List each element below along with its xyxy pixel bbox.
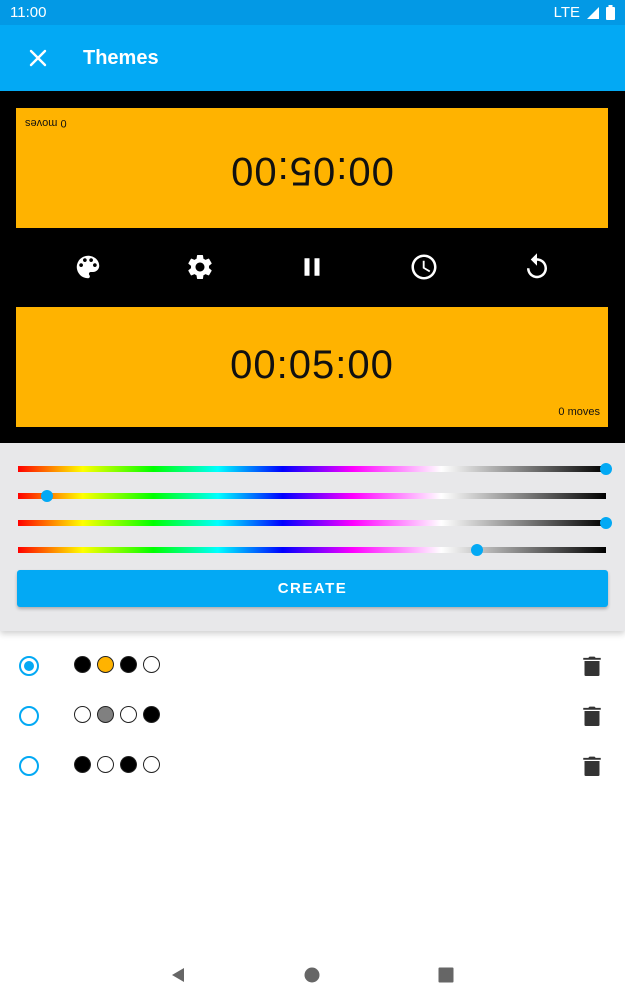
reset-icon	[527, 253, 547, 279]
color-slider-2[interactable]	[18, 490, 606, 502]
theme-row[interactable]	[0, 742, 625, 792]
color-swatch	[120, 656, 137, 673]
theme-row[interactable]	[0, 642, 625, 692]
slider-thumb[interactable]	[600, 517, 612, 529]
color-swatch	[120, 756, 137, 773]
page-title: Themes	[83, 47, 159, 69]
clock-controls	[0, 249, 625, 285]
status-bar: 11:00 LTE	[0, 0, 625, 25]
theme-radio[interactable]	[19, 756, 39, 776]
color-swatch	[143, 756, 160, 773]
theme-row[interactable]	[0, 692, 625, 742]
reset-button[interactable]	[521, 251, 553, 283]
color-swatch	[120, 706, 137, 723]
color-swatch	[74, 656, 91, 673]
pause-icon	[304, 258, 320, 276]
signal-icon	[587, 6, 599, 19]
theme-swatches	[74, 756, 160, 773]
back-icon	[172, 968, 184, 982]
bottom-player-clock[interactable]: 00:05:00 0 moves	[16, 307, 608, 427]
recents-button[interactable]	[436, 965, 456, 985]
color-swatch	[97, 706, 114, 723]
pause-button[interactable]	[296, 251, 328, 283]
slider-thumb[interactable]	[600, 463, 612, 475]
app-bar: Themes	[0, 25, 625, 91]
color-slider-3[interactable]	[18, 517, 612, 529]
color-swatch	[143, 656, 160, 673]
top-clock-time: 00:05:00	[230, 149, 394, 193]
color-swatch	[97, 656, 114, 673]
color-slider-4[interactable]	[18, 544, 606, 556]
delete-icon	[583, 656, 601, 676]
navigation-bar	[0, 948, 625, 1000]
bottom-clock-time: 00:05:00	[230, 343, 394, 387]
battery-icon	[606, 5, 615, 20]
delete-theme-button[interactable]	[580, 754, 604, 778]
network-type: LTE	[553, 4, 580, 21]
settings-button[interactable]	[184, 251, 216, 283]
palette-icon	[76, 255, 100, 279]
theme-preview: 0 moves 00:05:00 00:05:00 0 moves	[0, 91, 625, 443]
home-icon	[304, 967, 320, 983]
delete-icon	[583, 706, 601, 726]
color-slider-1[interactable]	[18, 463, 612, 475]
color-swatch	[74, 706, 91, 723]
time-button[interactable]	[408, 251, 440, 283]
slider-thumb[interactable]	[41, 490, 54, 502]
color-editor-panel: CREATE	[0, 443, 625, 631]
bottom-moves-count: 0 moves	[558, 406, 600, 418]
clock-icon	[411, 254, 437, 280]
delete-theme-button[interactable]	[580, 654, 604, 678]
color-swatch	[74, 756, 91, 773]
theme-button[interactable]	[72, 251, 104, 283]
close-button[interactable]	[22, 42, 54, 74]
color-swatch	[97, 756, 114, 773]
slider-thumb[interactable]	[470, 544, 483, 556]
status-time: 11:00	[10, 4, 47, 21]
close-icon	[29, 49, 47, 67]
home-button[interactable]	[302, 965, 322, 985]
recents-icon	[438, 967, 454, 983]
theme-radio[interactable]	[19, 706, 39, 726]
settings-icon	[188, 255, 212, 279]
create-button[interactable]: CREATE	[17, 570, 608, 607]
back-button[interactable]	[168, 965, 188, 985]
theme-swatches	[74, 656, 160, 673]
delete-theme-button[interactable]	[580, 704, 604, 728]
top-player-clock[interactable]: 0 moves 00:05:00	[16, 108, 608, 228]
top-moves-count: 0 moves	[25, 117, 67, 129]
theme-radio[interactable]	[19, 656, 39, 676]
delete-icon	[583, 756, 601, 776]
color-swatch	[143, 706, 160, 723]
theme-swatches	[74, 706, 160, 723]
